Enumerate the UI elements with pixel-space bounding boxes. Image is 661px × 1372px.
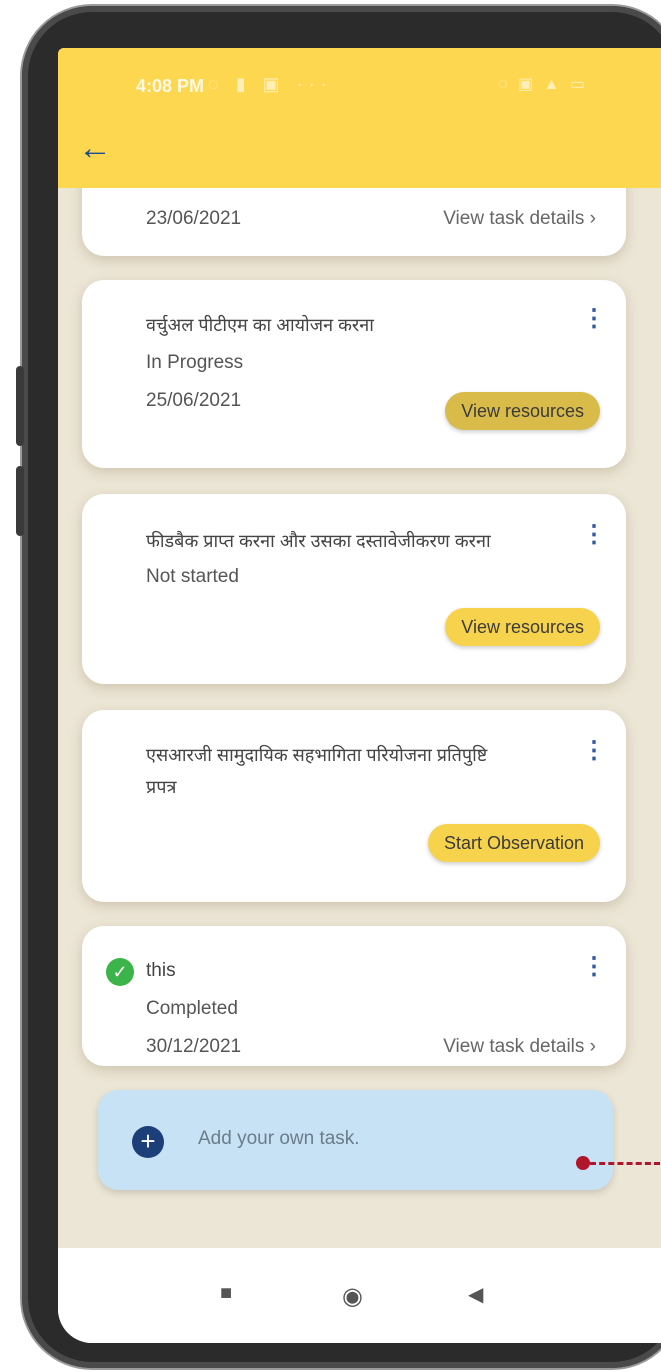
task-card: एसआरजी सामुदायिक सहभागिता परियोजना प्रति… — [82, 710, 626, 902]
task-date: 30/12/2021 — [146, 1036, 242, 1057]
header-bar: 4:08 PM ◌ ▮ ▣ ··· ◌ ▣ ▲ ▭ ← — [58, 48, 661, 188]
task-date: 25/06/2021 — [146, 390, 242, 411]
task-status: Completed — [146, 998, 238, 1019]
task-title-line-2: प्रपत्र — [146, 777, 177, 797]
task-card: ✓ this ⋮ Completed 30/12/2021 View task … — [82, 926, 626, 1066]
view-resources-button[interactable]: View resources — [445, 392, 600, 430]
plus-circle-icon: + — [132, 1126, 164, 1158]
recent-apps-icon[interactable]: ■ — [220, 1282, 232, 1305]
task-card: वर्चुअल पीटीएम का आयोजन करना ⋮ In Progre… — [82, 280, 626, 468]
view-task-details-link[interactable]: View task details › — [443, 1036, 596, 1058]
link-label: View task details — [443, 208, 585, 229]
more-vertical-icon[interactable]: ⋮ — [582, 523, 606, 547]
task-title-line-1: एसआरजी सामुदायिक सहभागिता परियोजना प्रति… — [146, 745, 488, 765]
add-own-task-button[interactable]: + Add your own task. — [98, 1090, 660, 1190]
view-task-details-link[interactable]: View task details › — [443, 208, 596, 230]
task-card: फीडबैक प्राप्त करना और उसका दस्तावेजीकरण… — [82, 494, 626, 684]
callout-marker — [576, 1156, 590, 1170]
task-date: 23/06/2021 — [146, 208, 242, 229]
start-observation-button[interactable]: Start Observation — [427, 824, 600, 862]
system-nav-bar: ■ ◉ ◀ — [58, 1248, 661, 1343]
home-icon[interactable]: ◉ — [342, 1282, 363, 1311]
more-vertical-icon[interactable]: ⋮ — [582, 955, 606, 979]
power-button — [16, 466, 24, 536]
check-circle-icon: ✓ — [106, 958, 134, 986]
arrow-left-icon[interactable]: ← — [78, 128, 118, 168]
chevron-right-icon: › — [589, 208, 596, 229]
back-icon[interactable]: ◀ — [468, 1282, 483, 1307]
app-screen: 4:08 PM ◌ ▮ ▣ ··· ◌ ▣ ▲ ▭ ← 23/06/2021 V… — [58, 48, 661, 1343]
task-status: In Progress — [146, 352, 244, 373]
status-time: 4:08 PM — [136, 76, 205, 96]
link-label: View task details — [443, 1036, 585, 1057]
task-title: this — [146, 960, 176, 981]
status-right-icons: ◌ ▣ ▲ ▭ — [498, 76, 588, 93]
more-vertical-icon[interactable]: ⋮ — [582, 307, 606, 331]
task-status: Not started — [146, 566, 239, 587]
add-task-label: Add your own task. — [198, 1128, 360, 1149]
chevron-right-icon: › — [589, 1036, 596, 1057]
more-vertical-icon[interactable]: ⋮ — [582, 739, 606, 763]
status-left-icons: ◌ ▮ ▣ ··· — [208, 74, 333, 94]
task-title: फीडबैक प्राप्त करना और उसका दस्तावेजीकरण… — [146, 531, 491, 551]
volume-button — [16, 366, 24, 446]
view-resources-button[interactable]: View resources — [445, 608, 600, 646]
callout-line — [590, 1162, 660, 1165]
task-title: वर्चुअल पीटीएम का आयोजन करना — [146, 315, 374, 335]
